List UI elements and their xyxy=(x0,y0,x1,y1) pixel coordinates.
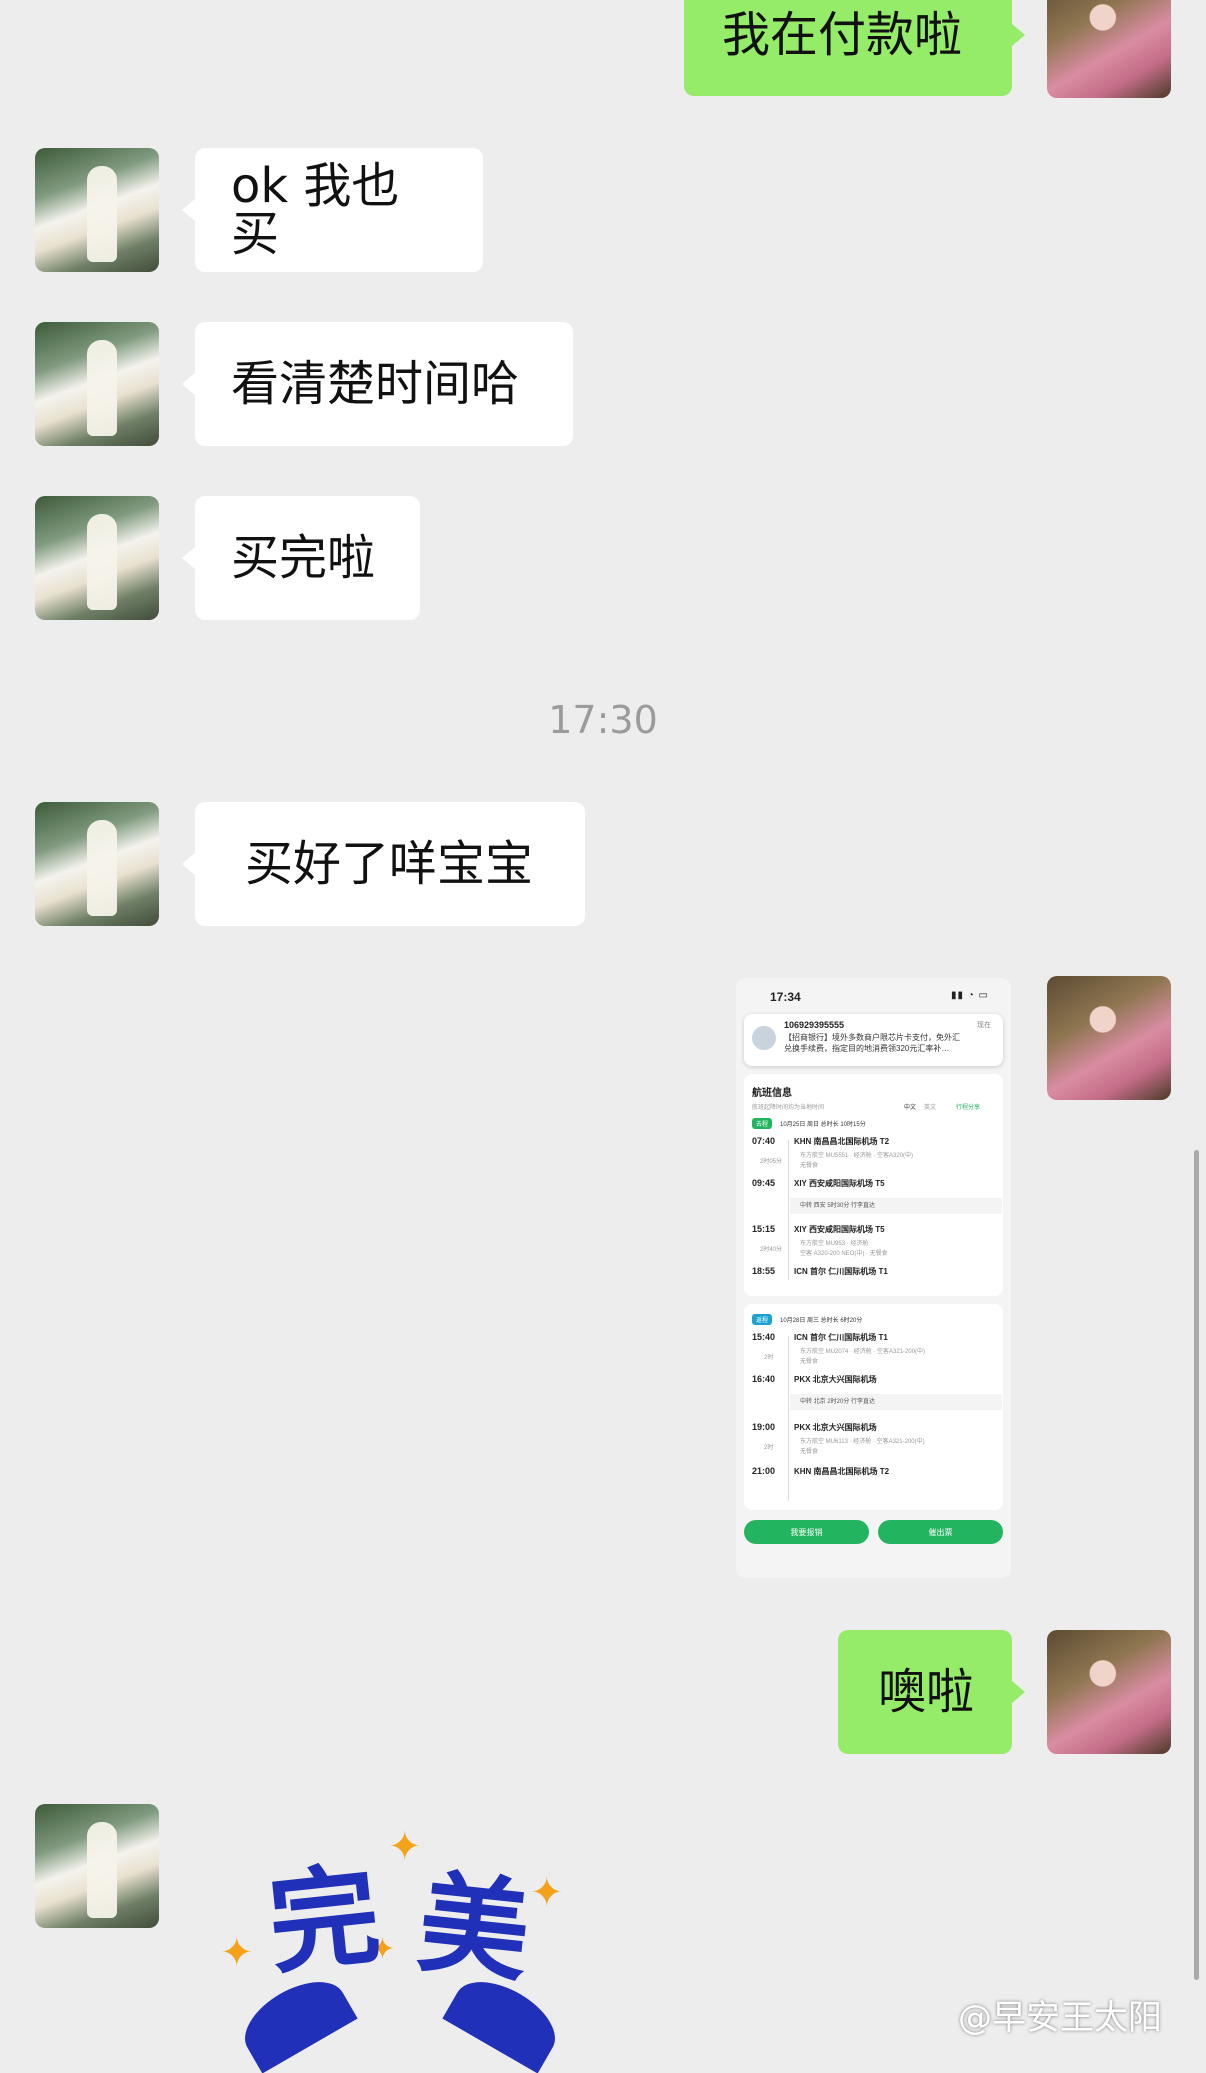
transfer-info: 中转 北京 2时20分 行李直达 xyxy=(790,1394,1002,1410)
dep-airport: ICN 首尔 仁川国际机场 T1 xyxy=(794,1333,888,1342)
duration: 2时05分 xyxy=(760,1159,783,1165)
sparkle-icon: ✦ xyxy=(220,1930,254,1976)
meal-info: 无餐食 xyxy=(800,1449,819,1455)
outgoing-message-bubble[interactable]: 噢啦 xyxy=(838,1630,1012,1754)
arr-airport: PKX 北京大兴国际机场 xyxy=(794,1375,877,1384)
sparkle-icon: ✦ xyxy=(388,1824,422,1870)
sticker-char: 完 xyxy=(262,1850,386,1990)
duration: 2时 xyxy=(764,1445,774,1451)
notification-sender: 106929395555 xyxy=(784,1020,845,1030)
arr-time: 16:40 xyxy=(752,1374,776,1384)
lang-en-toggle: 英文 xyxy=(924,1105,937,1111)
bubble-tail xyxy=(1012,1681,1025,1703)
urge-ticket-button: 催出票 xyxy=(878,1520,1003,1544)
scrollbar[interactable] xyxy=(1194,1150,1199,1980)
section-subtitle: 航班起降时间均为当地时间 xyxy=(752,1105,825,1111)
arr-time: 18:55 xyxy=(752,1266,776,1276)
transfer-info: 中转 西安 5时30分 行李直达 xyxy=(790,1198,1002,1214)
return-tag: 返程 xyxy=(752,1314,773,1325)
notification-line: 兑换手续费，指定目的地消费领320元汇率补… xyxy=(784,1044,950,1053)
flight-info: 空客 A320-200 NEO(中) · 无餐食 xyxy=(800,1251,888,1257)
sticker-char: 美 xyxy=(412,1858,536,1998)
shared-screenshot-image[interactable]: 17:34 ▮▮ ◔ ▭ 106929395555 现在 【招商银行】境外多数商… xyxy=(736,978,1011,1578)
message-text: 看清楚时间哈 xyxy=(231,356,520,412)
arr-time: 21:00 xyxy=(752,1466,776,1476)
sms-notification: 106929395555 现在 【招商银行】境外多数商户限芯片卡支付，免外汇 兑… xyxy=(744,1014,1003,1066)
notification-body: 【招商银行】境外多数商户限芯片卡支付，免外汇 兑换手续费，指定目的地消费领320… xyxy=(784,1032,994,1054)
bubble-tail xyxy=(182,547,195,569)
bubble-tail xyxy=(182,199,195,221)
screenshot-status-time: 17:34 xyxy=(770,990,801,1004)
contact-avatar[interactable] xyxy=(35,496,159,620)
message-text: 买好了咩宝宝 xyxy=(245,836,534,892)
meal-info: 无餐食 xyxy=(800,1359,819,1365)
message-timestamp: 17:30 xyxy=(548,698,658,742)
reimburse-button: 我要报销 xyxy=(744,1520,869,1544)
contact-icon xyxy=(752,1026,776,1050)
incoming-message-bubble[interactable]: ok 我也买 xyxy=(195,148,483,272)
incoming-message-bubble[interactable]: 买完啦 xyxy=(195,496,420,620)
outgoing-message-bubble[interactable]: 我在付款啦 xyxy=(684,0,1012,96)
sticker-perfect[interactable]: ✦ ✦ ✦ ✦ 完 美 xyxy=(220,1820,590,2073)
sparkle-icon: ✦ xyxy=(530,1870,564,1916)
contact-avatar[interactable] xyxy=(35,1804,159,1928)
dep-airport: PKX 北京大兴国际机场 xyxy=(794,1423,877,1432)
timeline-line xyxy=(788,1336,789,1501)
duration: 2时 xyxy=(764,1355,774,1361)
incoming-message-bubble[interactable]: 买好了咩宝宝 xyxy=(195,802,585,926)
bubble-tail xyxy=(182,853,195,875)
arr-time: 09:45 xyxy=(752,1178,776,1188)
dep-airport: KHN 南昌昌北国际机场 T2 xyxy=(794,1137,890,1146)
lang-zh-toggle: 中文 xyxy=(904,1105,917,1111)
flight-info: 东方航空 MU6113 · 经济舱 · 空客A321-200(中) xyxy=(800,1439,925,1445)
return-info: 10月28日 周三 总时长 6时20分 xyxy=(780,1318,863,1324)
outbound-info: 10月25日 周日 总时长 10时15分 xyxy=(780,1122,866,1128)
my-avatar[interactable] xyxy=(1047,0,1171,98)
my-avatar[interactable] xyxy=(1047,1630,1171,1754)
outbound-tag: 去程 xyxy=(752,1118,773,1129)
incoming-message-bubble[interactable]: 看清楚时间哈 xyxy=(195,322,573,446)
contact-avatar[interactable] xyxy=(35,148,159,272)
weibo-watermark: @早安王太阳 xyxy=(958,1998,1162,2038)
status-icons: ▮▮ ◔ ▭ xyxy=(950,990,989,1001)
bubble-tail xyxy=(182,373,195,395)
meal-info: 无餐食 xyxy=(800,1163,819,1169)
duration: 2时40分 xyxy=(760,1247,783,1253)
dep-time: 15:15 xyxy=(752,1224,776,1234)
outbound-flight-card: 航班信息 航班起降时间均为当地时间 中文 英文 行程分享 去程 10月25日 周… xyxy=(744,1074,1003,1296)
share-button: 行程分享 xyxy=(956,1105,981,1111)
arr-airport: ICN 首尔 仁川国际机场 T1 xyxy=(794,1267,888,1276)
arr-airport: XIY 西安咸阳国际机场 T5 xyxy=(794,1179,885,1188)
notification-time: 现在 xyxy=(977,1022,991,1029)
dep-time: 07:40 xyxy=(752,1136,776,1146)
dep-time: 19:00 xyxy=(752,1422,776,1432)
timeline-line xyxy=(788,1140,789,1280)
my-avatar[interactable] xyxy=(1047,976,1171,1100)
arr-airport: KHN 南昌昌北国际机场 T2 xyxy=(794,1467,890,1476)
dep-airport: XIY 西安咸阳国际机场 T5 xyxy=(794,1225,885,1234)
bubble-tail xyxy=(1012,24,1025,46)
flight-info: 东方航空 MU953 · 经济舱 xyxy=(800,1241,869,1247)
message-text: ok 我也买 xyxy=(231,158,400,262)
message-text: 噢啦 xyxy=(878,1664,975,1720)
notification-line: 【招商银行】境外多数商户限芯片卡支付，免外汇 xyxy=(784,1033,960,1042)
dep-time: 15:40 xyxy=(752,1332,776,1342)
contact-avatar[interactable] xyxy=(35,322,159,446)
message-text: 买完啦 xyxy=(231,530,376,586)
section-title: 航班信息 xyxy=(752,1088,792,1099)
contact-avatar[interactable] xyxy=(35,802,159,926)
flight-info: 东方航空 MU5551 · 经济舱 · 空客A320(中) xyxy=(800,1153,914,1159)
message-text: 我在付款啦 xyxy=(722,7,963,63)
flight-info: 东方航空 MU2074 · 经济舱 · 空客A321-200(中) xyxy=(800,1349,926,1355)
return-flight-card: 返程 10月28日 周三 总时长 6时20分 15:40 ICN 首尔 仁川国际… xyxy=(744,1304,1003,1510)
